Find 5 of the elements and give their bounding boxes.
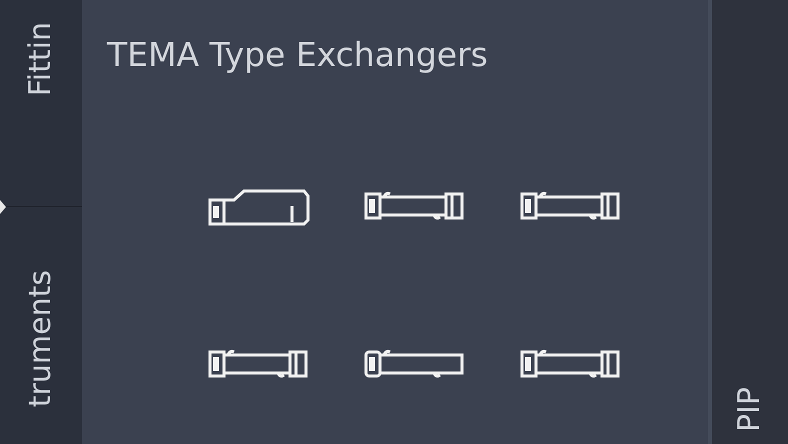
palette-title: TEMA Type Exchangers	[107, 34, 489, 76]
palette-tab[interactable]: PIP	[732, 386, 768, 432]
palette-tab[interactable]: truments	[23, 270, 59, 408]
palette-tab[interactable]: Fittin	[23, 22, 59, 96]
pointer-icon	[0, 200, 7, 214]
